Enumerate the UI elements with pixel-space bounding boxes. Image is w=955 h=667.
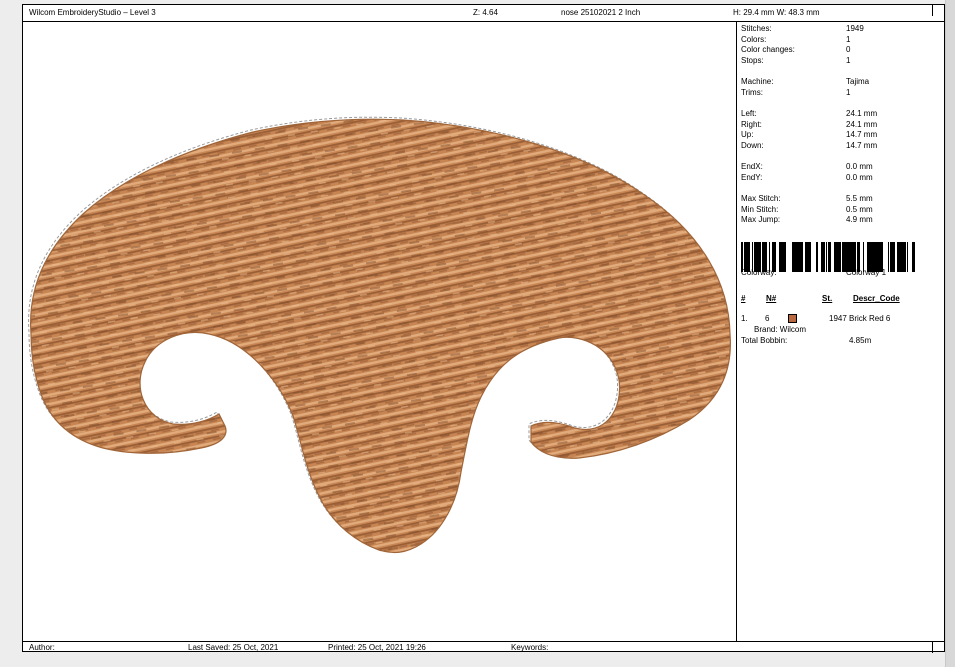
stops-label: Stops: [741, 56, 764, 65]
production-worksheet: Wilcom EmbroideryStudio – Level 3 Z: 4.6… [22, 4, 945, 653]
left-label: Left: [741, 109, 757, 118]
color-row-needle: 6 [765, 314, 770, 323]
up-value: 14.7 mm [846, 130, 878, 139]
col-header-descr-code: Descr_Code [853, 294, 900, 303]
color-row-descr: Brick Red 6 [849, 314, 891, 323]
trims-label: Trims: [741, 88, 763, 97]
keywords-field: Keywords: [511, 643, 549, 652]
satin-fill [30, 119, 731, 553]
down-label: Down: [741, 141, 764, 150]
total-bobbin-label: Total Bobbin: [741, 336, 788, 345]
min-stitch-value: 0.5 mm [846, 205, 873, 214]
window-edge [945, 0, 955, 667]
colors-label: Colors: [741, 35, 767, 44]
stops-value: 1 [846, 56, 851, 65]
embroidery-design [28, 116, 731, 554]
endy-label: EndY: [741, 173, 763, 182]
col-header-stitches: St. [822, 294, 833, 303]
min-stitch-label: Min Stitch: [741, 205, 779, 214]
stitches-label: Stitches: [741, 24, 772, 33]
machine-value: Tajima [846, 77, 870, 86]
thread-color-swatch [788, 314, 797, 323]
color-row: 1. 6 1947 Brick Red 6 [741, 314, 941, 324]
col-header-number: # [741, 294, 746, 303]
endx-value: 0.0 mm [846, 162, 873, 171]
app-title: Wilcom EmbroideryStudio – Level 3 [29, 8, 156, 17]
machine-label: Machine: [741, 77, 774, 86]
design-file-name: nose 25102021 2 Inch [561, 8, 641, 17]
print-preview-frame: Wilcom EmbroideryStudio – Level 3 Z: 4.6… [0, 0, 955, 667]
color-row-index: 1. [741, 314, 748, 323]
color-changes-label: Color changes: [741, 45, 795, 54]
design-dimensions: H: 29.4 mm W: 48.3 mm [733, 8, 820, 17]
colorway-label: Colorway: [741, 268, 777, 277]
max-jump-value: 4.9 mm [846, 215, 873, 224]
max-stitch-value: 5.5 mm [846, 194, 873, 203]
left-value: 24.1 mm [846, 109, 878, 118]
stitches-value: 1949 [846, 24, 864, 33]
right-value: 24.1 mm [846, 120, 878, 129]
endy-value: 0.0 mm [846, 173, 873, 182]
colorway-value: Colorway 1 [846, 268, 887, 277]
trims-value: 1 [846, 88, 851, 97]
footer-corner-box [932, 642, 944, 653]
color-changes-value: 0 [846, 45, 851, 54]
worksheet-footer: Author: Last Saved: 25 Oct, 2021 Printed… [23, 641, 944, 653]
zoom-readout: Z: 4.64 [473, 8, 498, 17]
printed-field: Printed: 25 Oct, 2021 19:26 [328, 643, 426, 652]
down-value: 14.7 mm [846, 141, 878, 150]
colors-value: 1 [846, 35, 851, 44]
color-row-brand: Brand: Wilcom [754, 325, 807, 334]
worksheet-header: Wilcom EmbroideryStudio – Level 3 Z: 4.6… [23, 5, 944, 22]
up-label: Up: [741, 130, 754, 139]
color-row-stitches: 1947 [829, 314, 847, 323]
header-corner-box [932, 5, 944, 16]
author-field: Author: [29, 643, 55, 652]
max-jump-label: Max Jump: [741, 215, 781, 224]
last-saved-field: Last Saved: 25 Oct, 2021 [188, 643, 279, 652]
max-stitch-label: Max Stitch: [741, 194, 781, 203]
total-bobbin-value: 4.85m [849, 336, 872, 345]
stitch-info-panel: Stitches: 1949 Colors: 1 Color changes: 0 S… [738, 22, 944, 641]
design-preview [23, 22, 737, 641]
col-header-needle: N# [766, 294, 777, 303]
right-label: Right: [741, 120, 762, 129]
endx-label: EndX: [741, 162, 763, 171]
